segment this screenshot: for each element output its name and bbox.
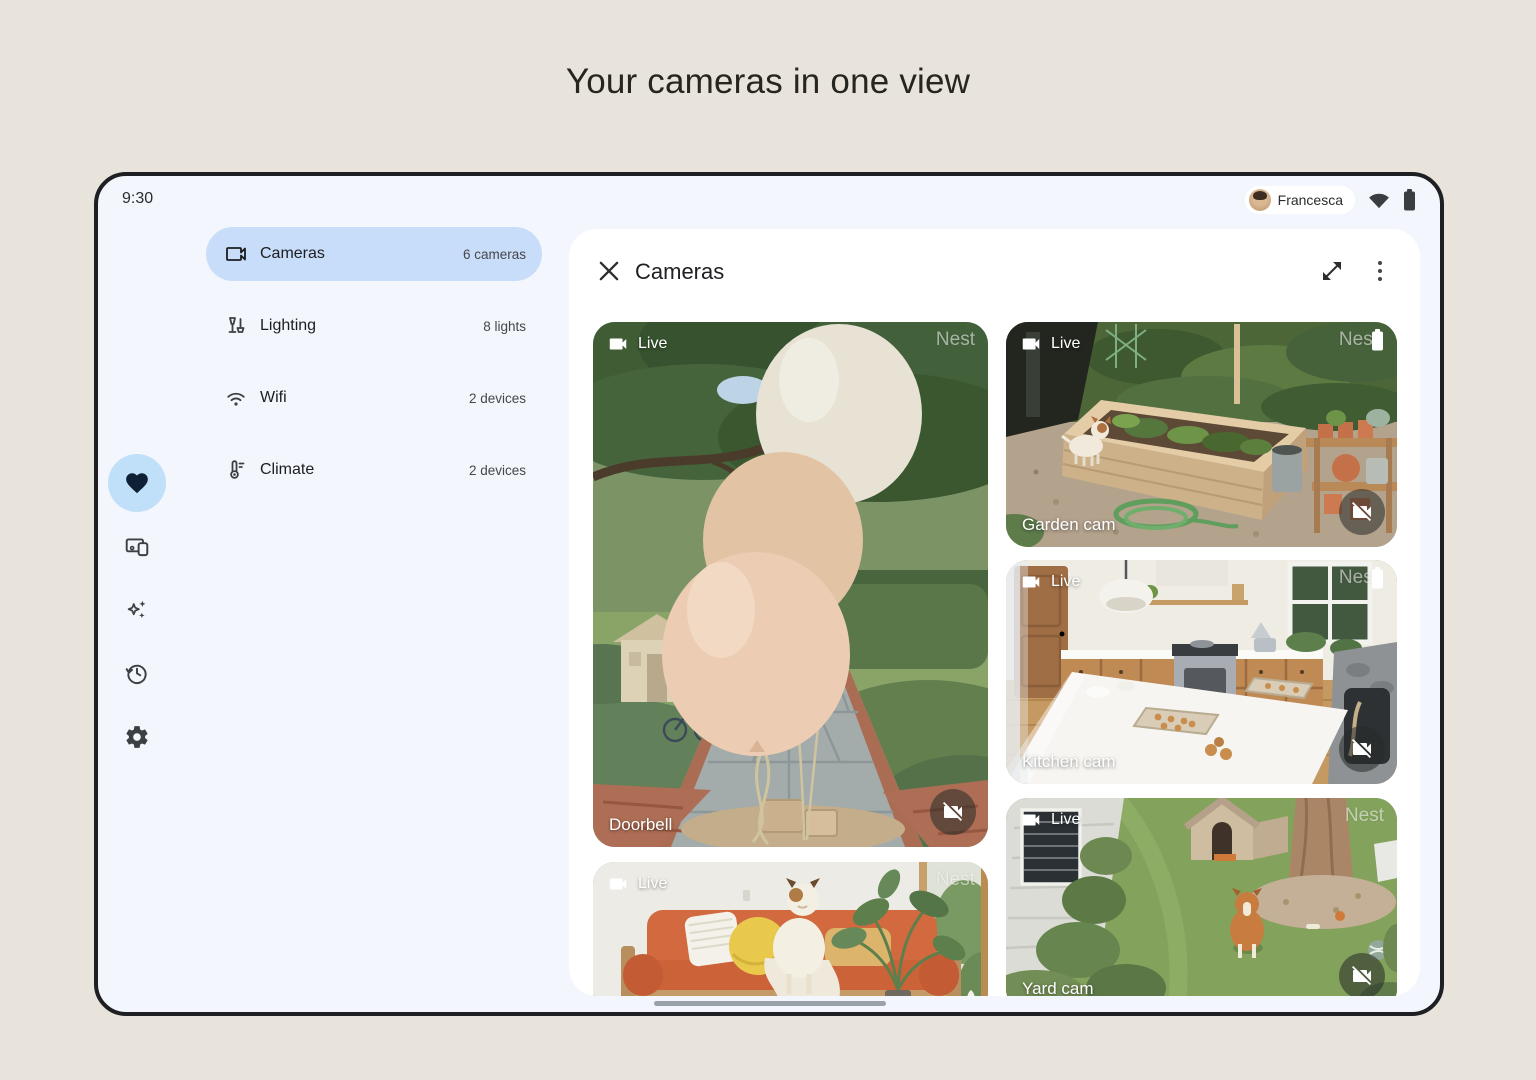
kebab-menu-icon[interactable]: [1368, 257, 1392, 285]
thermostat-icon: [224, 458, 248, 482]
camera-tile-kitchen[interactable]: Live Nest Kitchen cam: [1006, 560, 1397, 784]
gear-icon: [124, 724, 150, 750]
sidebar-item-label: Lighting: [260, 317, 483, 335]
videocam-icon: [607, 873, 629, 895]
status-time: 9:30: [122, 190, 153, 208]
cameras-panel: Cameras: [569, 229, 1420, 996]
camera-tile-garden[interactable]: Live Nest Garden cam: [1006, 322, 1397, 547]
videocam-icon: [1020, 809, 1042, 831]
camera-tile-yard[interactable]: Live Nest Yard cam: [1006, 798, 1397, 996]
wifi-icon: [224, 386, 248, 410]
home-gesture-bar[interactable]: [654, 1001, 886, 1006]
camera-name: Doorbell: [609, 815, 672, 835]
nest-watermark: Nest: [936, 869, 975, 891]
nest-watermark: Nest: [936, 329, 975, 351]
sidebar-item-count: 2 devices: [469, 391, 526, 406]
sidebar-item-wifi[interactable]: Wifi 2 devices: [206, 371, 542, 425]
live-badge: Live: [1020, 333, 1080, 355]
avatar: [1249, 189, 1271, 211]
videocam-off-icon: [1350, 737, 1374, 761]
panel-title: Cameras: [635, 259, 724, 285]
camera-off-button[interactable]: [1339, 489, 1385, 535]
sidebar-item-label: Wifi: [260, 389, 469, 407]
live-badge: Live: [607, 333, 667, 355]
sidebar-item-label: Cameras: [260, 245, 463, 263]
history-clock-icon: [124, 660, 150, 686]
camera-battery-icon: [1371, 329, 1384, 351]
wifi-icon: [1368, 191, 1390, 209]
videocam-off-icon: [941, 800, 965, 824]
camera-name: Yard cam: [1022, 979, 1094, 996]
sidebar-item-label: Climate: [260, 461, 469, 479]
videocam-off-icon: [1350, 500, 1374, 524]
videocam-icon: [607, 333, 629, 355]
camera-battery-icon: [1371, 567, 1384, 589]
camera-off-button[interactable]: [930, 789, 976, 835]
close-icon[interactable]: [595, 257, 623, 285]
nest-watermark: Nest: [1339, 329, 1384, 351]
rail-automations-button[interactable]: [108, 581, 166, 639]
sidebar-item-count: 6 cameras: [463, 247, 526, 262]
videocam-icon: [1020, 333, 1042, 355]
rail-settings-button[interactable]: [108, 708, 166, 766]
sidebar-item-count: 8 lights: [483, 319, 526, 334]
doorbell-video-frame: [593, 322, 988, 847]
account-chip[interactable]: Francesca: [1245, 186, 1355, 214]
battery-icon: [1403, 189, 1416, 211]
sidebar-item-cameras[interactable]: Cameras 6 cameras: [206, 227, 542, 281]
videocam-off-icon: [1350, 964, 1374, 988]
live-badge: Live: [1020, 571, 1080, 593]
camera-tile-doorbell[interactable]: Live Nest Doorbell: [593, 322, 988, 847]
sidebar-item-count: 2 devices: [469, 463, 526, 478]
camera-off-button[interactable]: [1339, 726, 1385, 772]
camera-off-button[interactable]: [1339, 953, 1385, 996]
videocam-icon: [224, 242, 248, 266]
status-right-cluster: Francesca: [1245, 186, 1416, 214]
heart-icon: [124, 470, 150, 496]
cameras-panel-header: Cameras: [569, 229, 1420, 313]
page-title: Your cameras in one view: [0, 62, 1536, 102]
rail-devices-button[interactable]: [108, 518, 166, 576]
lamps-icon: [224, 314, 248, 338]
camera-name: Garden cam: [1022, 515, 1116, 535]
account-name: Francesca: [1278, 192, 1343, 208]
tablet-screen: 9:30 Francesca: [94, 172, 1444, 1016]
open-in-full-icon[interactable]: [1320, 259, 1344, 283]
rail-activity-button[interactable]: [108, 644, 166, 702]
nest-watermark: Nest: [1345, 805, 1384, 827]
sidebar-item-climate[interactable]: Climate 2 devices: [206, 443, 542, 497]
live-badge: Live: [607, 873, 667, 895]
sidebar-item-lighting[interactable]: Lighting 8 lights: [206, 299, 542, 353]
nest-watermark: Nest: [1339, 567, 1384, 589]
camera-name: Kitchen cam: [1022, 752, 1116, 772]
devices-icon: [124, 534, 150, 560]
sparkle-icon: [124, 597, 150, 623]
live-badge: Live: [1020, 809, 1080, 831]
camera-tile-living-room[interactable]: Live Nest: [593, 862, 988, 996]
rail-favorites-button[interactable]: [108, 454, 166, 512]
videocam-icon: [1020, 571, 1042, 593]
